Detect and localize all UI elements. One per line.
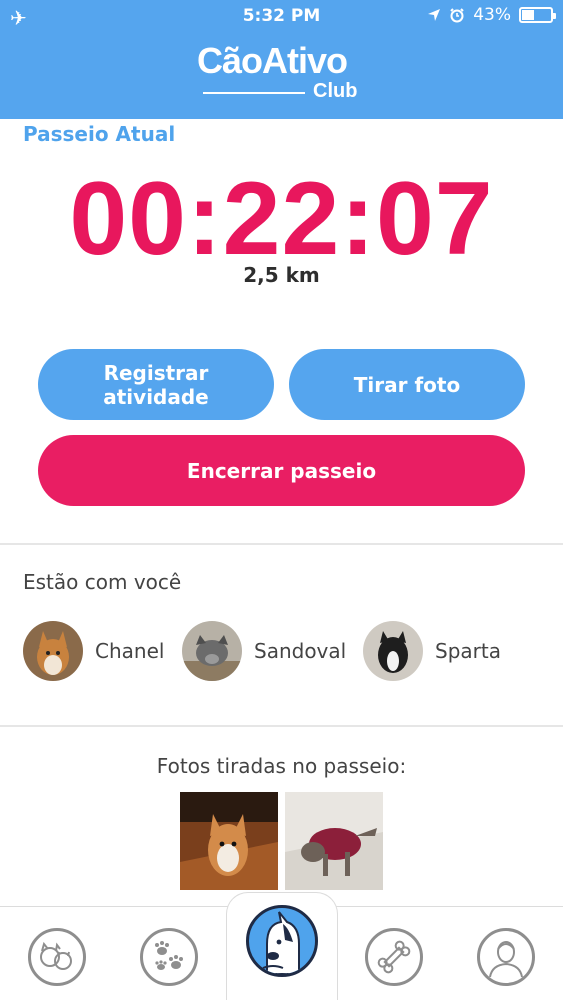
dog-sparta[interactable]: Sparta: [363, 620, 501, 682]
take-photo-button[interactable]: Tirar foto: [289, 349, 525, 420]
divider: [0, 725, 563, 727]
dog-sandoval[interactable]: Sandoval: [182, 620, 346, 682]
walk-timer: 00:22:07: [69, 161, 494, 277]
logo-sub: Club: [313, 80, 358, 102]
avatar: [182, 621, 242, 681]
bull-terrier-logo-icon[interactable]: [246, 905, 318, 977]
walk-distance: 2,5 km: [243, 263, 320, 287]
status-right: 43%: [427, 5, 556, 25]
dog-name: Sandoval: [254, 639, 347, 663]
battery-percent: 43%: [473, 5, 511, 25]
register-activity-button[interactable]: Registrar atividade: [38, 349, 274, 420]
tab-activities[interactable]: [365, 928, 423, 986]
dog-name: Chanel: [95, 639, 165, 663]
avatar: [23, 621, 83, 681]
register-activity-line1: Registrar: [103, 360, 209, 385]
logo-main: CãoAtivo: [197, 40, 348, 81]
location-arrow-icon: [428, 9, 441, 21]
avatar: [363, 621, 423, 681]
status-bar: ✈ 5:32 PM 43%: [0, 0, 563, 34]
tab-dogs[interactable]: [28, 928, 86, 986]
app-header: ✈ 5:32 PM 43% CãoAtivo Club: [0, 0, 563, 119]
register-activity-line2: atividade: [103, 384, 209, 409]
dogs-icon: [40, 941, 72, 970]
logo-underline: [203, 92, 305, 94]
photos-title: Fotos tiradas no passeio:: [156, 754, 407, 778]
current-walk-title: Passeio Atual: [23, 122, 176, 146]
bone-icon: [377, 940, 411, 974]
companions-title: Estão com você: [23, 570, 182, 594]
divider: [0, 543, 563, 545]
app-logo: CãoAtivo Club: [197, 40, 367, 104]
tab-walks[interactable]: [140, 928, 198, 986]
profile-icon: [489, 941, 523, 978]
dog-chanel[interactable]: Chanel: [23, 620, 164, 682]
end-walk-button[interactable]: Encerrar passeio: [38, 435, 525, 506]
battery-icon: [519, 7, 556, 23]
dog-name: Sparta: [435, 639, 501, 663]
tab-profile[interactable]: [477, 928, 535, 986]
alarm-icon: [450, 8, 464, 23]
walk-photo[interactable]: [285, 792, 383, 890]
walk-photo[interactable]: [180, 792, 278, 890]
paws-icon: [155, 941, 183, 970]
